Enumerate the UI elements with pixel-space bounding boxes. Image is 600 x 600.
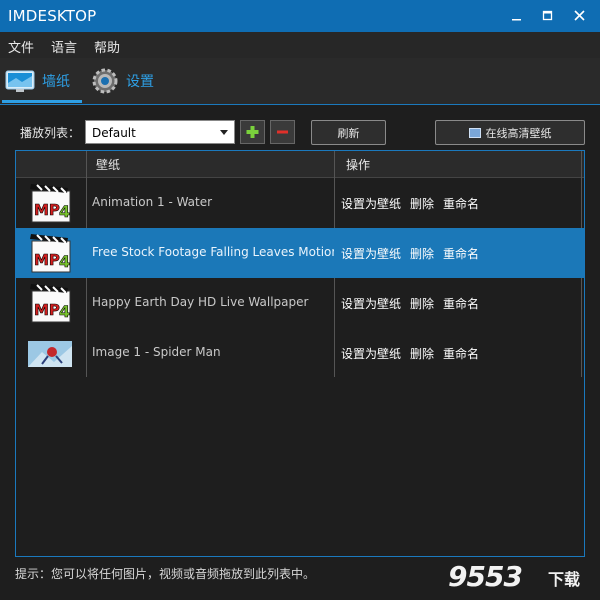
playlist-select[interactable]: Default: [85, 120, 235, 144]
watermark-logo: 9553: [448, 560, 523, 593]
delete-link[interactable]: 删除: [410, 247, 434, 261]
svg-text:MP: MP: [34, 301, 60, 319]
tab-settings[interactable]: 设置: [90, 66, 154, 96]
online-wallpaper-label: 在线高清壁纸: [485, 126, 552, 140]
svg-text:4: 4: [59, 252, 70, 271]
rename-link[interactable]: 重命名: [443, 247, 479, 261]
tab-wallpaper-label: 墙纸: [42, 74, 70, 90]
tab-settings-label: 设置: [126, 74, 154, 90]
row-actions: 设置为壁纸 删除 重命名: [341, 195, 488, 212]
set-wallpaper-link[interactable]: 设置为壁纸: [341, 297, 401, 311]
image-thumbnail-icon: [28, 341, 72, 367]
close-icon: [574, 10, 585, 21]
wallpaper-table: 壁纸 操作 MP 4 Animation 1 - Water 设置为壁纸 删除 重命…: [15, 150, 585, 557]
table-header: 壁纸 操作: [16, 151, 584, 178]
title-bar: IMDESKTOP: [0, 0, 600, 32]
wallpaper-icon: [5, 70, 35, 92]
mp4-file-icon: MP 4: [30, 234, 71, 273]
row-actions: 设置为壁纸 删除 重命名: [341, 345, 488, 362]
plus-icon: [246, 126, 259, 138]
table-row[interactable]: Image 1 - Spider Man 设置为壁纸 删除 重命名: [16, 328, 584, 378]
rename-link[interactable]: 重命名: [443, 297, 479, 311]
playlist-select-value: Default: [92, 126, 136, 140]
set-wallpaper-link[interactable]: 设置为壁纸: [341, 197, 401, 211]
mp4-file-icon: MP 4: [30, 184, 71, 223]
table-row[interactable]: MP 4 Free Stock Footage Falling Leaves M…: [16, 228, 584, 278]
hint-text: 提示：您可以将任何图片，视频或音频拖放到此列表中。: [15, 567, 316, 581]
active-tab-indicator: [2, 100, 82, 103]
delete-link[interactable]: 删除: [410, 297, 434, 311]
menu-help[interactable]: 帮助: [94, 37, 120, 56]
delete-link[interactable]: 删除: [410, 197, 434, 211]
rename-link[interactable]: 重命名: [443, 197, 479, 211]
svg-text:MP: MP: [34, 201, 60, 219]
rename-link[interactable]: 重命名: [443, 347, 479, 361]
minimize-button[interactable]: [502, 4, 532, 28]
close-button[interactable]: [565, 4, 595, 28]
wallpaper-name: Image 1 - Spider Man: [92, 345, 221, 359]
minimize-icon: [512, 19, 521, 21]
svg-text:MP: MP: [34, 251, 60, 269]
maximize-icon: [542, 10, 553, 21]
menu-bar: 文件 语言 帮助: [0, 32, 600, 58]
minus-icon: [277, 130, 288, 134]
add-playlist-button[interactable]: [240, 120, 265, 144]
delete-link[interactable]: 删除: [410, 347, 434, 361]
header-actions: 操作: [346, 158, 371, 172]
row-actions: 设置为壁纸 删除 重命名: [341, 295, 488, 312]
svg-text:4: 4: [59, 302, 70, 321]
maximize-button[interactable]: [533, 4, 563, 28]
watermark-suffix: 下载: [548, 570, 581, 589]
playlist-label: 播放列表：: [20, 126, 81, 140]
mp4-file-icon: MP 4: [30, 284, 71, 323]
set-wallpaper-link[interactable]: 设置为壁纸: [341, 347, 401, 361]
header-wallpaper: 壁纸: [96, 158, 121, 172]
menu-language[interactable]: 语言: [51, 37, 77, 56]
svg-text:4: 4: [59, 202, 70, 221]
window-title: IMDESKTOP: [8, 7, 97, 25]
online-wallpaper-button[interactable]: 在线高清壁纸: [435, 120, 585, 145]
chevron-down-icon: [220, 130, 228, 135]
wallpaper-name: Happy Earth Day HD Live Wallpaper: [92, 295, 309, 309]
gear-icon: [92, 68, 118, 94]
wallpaper-name: Free Stock Footage Falling Leaves Motion…: [92, 245, 334, 259]
wallpaper-name: Animation 1 - Water: [92, 195, 213, 209]
clapper-icon: [468, 127, 481, 138]
set-wallpaper-link[interactable]: 设置为壁纸: [341, 247, 401, 261]
refresh-button-label: 刷新: [337, 126, 360, 140]
table-row[interactable]: MP 4 Happy Earth Day HD Live Wallpaper 设…: [16, 278, 584, 328]
tab-wallpaper[interactable]: 墙纸: [4, 66, 84, 96]
table-row[interactable]: MP 4 Animation 1 - Water 设置为壁纸 删除 重命名: [16, 178, 584, 228]
menu-file[interactable]: 文件: [8, 37, 34, 56]
remove-playlist-button[interactable]: [270, 120, 295, 144]
refresh-button[interactable]: 刷新: [311, 120, 386, 145]
tab-bar: 墙纸 设置: [0, 58, 600, 105]
row-actions: 设置为壁纸 删除 重命名: [341, 245, 488, 262]
